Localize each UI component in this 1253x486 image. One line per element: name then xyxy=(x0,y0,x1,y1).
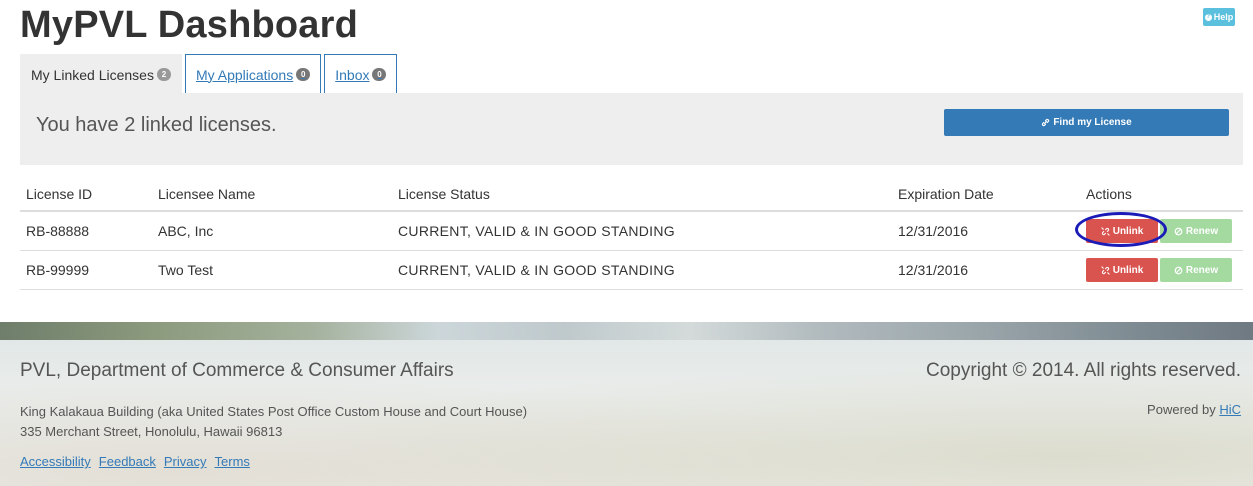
refresh-icon xyxy=(1174,227,1183,235)
table-header: License ID Licensee Name License Status … xyxy=(20,178,1243,212)
feedback-link[interactable]: Feedback xyxy=(99,454,156,469)
find-my-license-button[interactable]: Find my License xyxy=(944,109,1229,136)
license-status: CURRENT, VALID & IN GOOD STANDING xyxy=(398,223,675,239)
dashboard-tabs: My Linked Licenses 2 My Applications 0 I… xyxy=(20,54,400,94)
address-line-1: King Kalakaua Building (aka United State… xyxy=(20,404,528,419)
unlink-label: Unlink xyxy=(1112,225,1144,237)
unlink-button[interactable]: Unlink xyxy=(1086,258,1158,282)
tab-my-linked-licenses[interactable]: My Linked Licenses 2 xyxy=(20,54,182,94)
footer-banner-image xyxy=(0,322,1253,340)
powered-by-text: Powered by xyxy=(1147,402,1216,417)
footer-links: Accessibility Feedback Privacy Terms xyxy=(20,454,250,469)
unlink-button[interactable]: Unlink xyxy=(1086,219,1158,243)
expiration-date: 12/31/2016 xyxy=(898,223,969,239)
table-row: RB-99999 Two Test CURRENT, VALID & IN GO… xyxy=(20,251,1243,290)
renew-label: Renew xyxy=(1185,264,1219,276)
site-footer: PVL, Department of Commerce & Consumer A… xyxy=(0,322,1253,486)
unlink-icon xyxy=(1101,265,1110,275)
find-my-license-label: Find my License xyxy=(1053,117,1132,128)
page-title: MyPVL Dashboard xyxy=(20,4,359,46)
footer-department: PVL, Department of Commerce & Consumer A… xyxy=(20,360,454,381)
help-button[interactable]: ? Help xyxy=(1203,8,1235,26)
tab-inbox[interactable]: Inbox 0 xyxy=(324,54,398,94)
linked-count-message: You have 2 linked licenses. xyxy=(36,114,277,136)
row-actions: Unlink Renew xyxy=(1086,212,1232,250)
footer-copyright: Copyright © 2014. All rights reserved. xyxy=(926,360,1241,381)
renew-button[interactable]: Renew xyxy=(1160,219,1232,243)
footer-address: King Kalakaua Building (aka United State… xyxy=(20,402,527,442)
renew-button[interactable]: Renew xyxy=(1160,258,1232,282)
header-licensee-name: Licensee Name xyxy=(158,186,256,202)
hic-link[interactable]: HiC xyxy=(1219,402,1241,417)
tab-my-applications[interactable]: My Applications 0 xyxy=(184,54,322,94)
renew-label: Renew xyxy=(1185,225,1219,237)
powered-by: Powered by HiC xyxy=(1147,402,1241,417)
header-actions: Actions xyxy=(1086,186,1132,202)
count-badge: 0 xyxy=(372,68,387,81)
help-button-label: Help xyxy=(1213,12,1234,22)
address-line-2: 335 Merchant Street, Honolulu, Hawaii 96… xyxy=(20,424,283,439)
privacy-link[interactable]: Privacy xyxy=(164,454,207,469)
licensee-name: ABC, Inc xyxy=(158,223,214,239)
linked-licenses-panel: You have 2 linked licenses. Find my Lice… xyxy=(20,93,1243,165)
question-circle-icon: ? xyxy=(1204,13,1212,21)
tab-label: Inbox xyxy=(335,66,370,83)
license-id: RB-88888 xyxy=(26,223,90,239)
tab-label: My Applications xyxy=(195,66,294,83)
row-actions: Unlink Renew xyxy=(1086,251,1232,289)
license-status: CURRENT, VALID & IN GOOD STANDING xyxy=(398,262,675,278)
unlink-label: Unlink xyxy=(1112,264,1144,276)
terms-link[interactable]: Terms xyxy=(215,454,250,469)
header-expiration-date: Expiration Date xyxy=(898,186,994,202)
count-badge: 0 xyxy=(296,68,311,81)
accessibility-link[interactable]: Accessibility xyxy=(20,454,91,469)
count-badge: 2 xyxy=(156,68,171,81)
refresh-icon xyxy=(1174,266,1183,274)
header-license-status: License Status xyxy=(398,186,490,202)
license-id: RB-99999 xyxy=(26,262,90,278)
tab-label: My Linked Licenses xyxy=(31,66,154,83)
licensee-name: Two Test xyxy=(158,262,213,278)
expiration-date: 12/31/2016 xyxy=(898,262,969,278)
link-icon xyxy=(1042,118,1050,127)
table-row: RB-88888 ABC, Inc CURRENT, VALID & IN GO… xyxy=(20,212,1243,251)
licenses-table: License ID Licensee Name License Status … xyxy=(20,178,1243,290)
unlink-icon xyxy=(1101,226,1110,236)
header-license-id: License ID xyxy=(26,186,93,202)
